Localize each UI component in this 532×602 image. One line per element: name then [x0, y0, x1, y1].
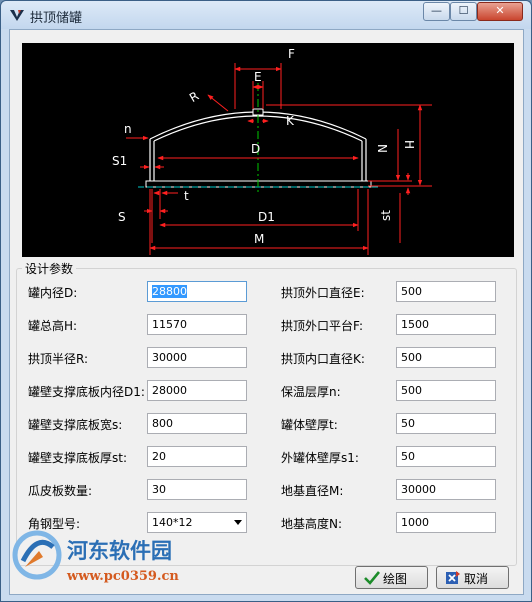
draw-button-label: 绘图 [383, 572, 408, 586]
label-tank-total-height: 罐总高H: [28, 319, 78, 333]
label-bottom-plate-width: 罐壁支撑底板宽s: [28, 418, 123, 432]
label-t: t [184, 189, 189, 203]
label-bottom-plate-inner-diameter: 罐壁支撑底板内径D1: [28, 385, 145, 399]
outer-wall-thickness-input[interactable]: 50 [396, 446, 496, 467]
bottom-plate-inner-diameter-input[interactable]: 28000 [147, 380, 247, 401]
label-S1: S1 [112, 154, 127, 168]
label-H: H [402, 140, 416, 149]
label-st: st [379, 210, 393, 221]
design-params-title: 设计参数 [22, 260, 77, 277]
bottom-plate-width-input[interactable]: 800 [147, 413, 247, 434]
label-outer-wall-thickness: 外罐体壁厚s1: [281, 451, 359, 465]
tank-diagram: F E R K n D S1 N H st S t D1 M [22, 43, 514, 257]
draw-button[interactable]: 绘图 [355, 566, 428, 589]
minimize-button[interactable]: — [423, 2, 450, 21]
cancel-icon [446, 571, 460, 584]
label-dome-outer-diameter: 拱顶外口直径E: [281, 286, 365, 300]
watermark-name: 河东软件园 [67, 538, 172, 563]
label-E: E [254, 70, 262, 84]
site-watermark: 河东软件园 www.pc0359.cn [5, 523, 215, 593]
label-bottom-plate-thickness: 罐壁支撑底板厚st: [28, 451, 128, 465]
foundation-height-input[interactable]: 1000 [396, 512, 496, 533]
client-area: F E R K n D S1 N H st S t D1 M 设计参数 罐内径D… [9, 29, 524, 595]
window-title: 拱顶储罐 [30, 11, 83, 26]
title-bar[interactable]: 拱顶储罐 — ☐ ✕ [1, 1, 531, 29]
label-tank-wall-thickness: 罐体壁厚t: [281, 418, 338, 432]
tank-wall-thickness-input[interactable]: 50 [396, 413, 496, 434]
dome-outer-platform-input[interactable]: 1500 [396, 314, 496, 335]
watermark-url: www.pc0359.cn [67, 569, 179, 584]
label-M: M [254, 232, 264, 246]
label-D1: D1 [258, 210, 275, 224]
label-foundation-height: 地基高度N: [281, 517, 343, 531]
app-logo-icon [10, 10, 24, 21]
label-foundation-diameter: 地基直径M: [281, 484, 344, 498]
label-K: K [286, 114, 295, 128]
label-N: N [375, 144, 389, 153]
label-insulation-thickness: 保温层厚n: [281, 385, 341, 399]
label-dome-outer-platform: 拱顶外口平台F: [281, 319, 364, 333]
label-dome-inner-diameter: 拱顶内口直径K: [281, 352, 365, 366]
cancel-button-label: 取消 [464, 572, 489, 586]
checkmark-icon [364, 571, 380, 585]
melon-plate-count-input[interactable]: 30 [147, 479, 247, 500]
label-melon-plate-count: 瓜皮板数量: [28, 484, 93, 498]
label-n: n [124, 122, 132, 136]
label-S: S [118, 210, 126, 224]
label-dome-radius: 拱顶半径R: [28, 352, 89, 366]
app-window: 拱顶储罐 — ☐ ✕ F E R K n D S1 N H st S t D1 … [0, 0, 532, 602]
close-button[interactable]: ✕ [477, 2, 523, 21]
label-tank-inner-diameter: 罐内径D: [28, 286, 78, 300]
chevron-down-icon [234, 520, 242, 525]
label-R: R [187, 89, 201, 105]
bottom-plate-thickness-input[interactable]: 20 [147, 446, 247, 467]
maximize-button[interactable]: ☐ [450, 2, 477, 21]
label-D: D [251, 142, 260, 156]
insulation-thickness-input[interactable]: 500 [396, 380, 496, 401]
label-F: F [288, 47, 295, 61]
dome-radius-input[interactable]: 30000 [147, 347, 247, 368]
cancel-button[interactable]: 取消 [436, 566, 509, 589]
dome-outer-diameter-input[interactable]: 500 [396, 281, 496, 302]
tank-total-height-input[interactable]: 11570 [147, 314, 247, 335]
watermark-logo-icon [12, 530, 62, 580]
foundation-diameter-input[interactable]: 30000 [396, 479, 496, 500]
tank-inner-diameter-input[interactable]: 28800 [147, 281, 247, 302]
dome-inner-diameter-input[interactable]: 500 [396, 347, 496, 368]
